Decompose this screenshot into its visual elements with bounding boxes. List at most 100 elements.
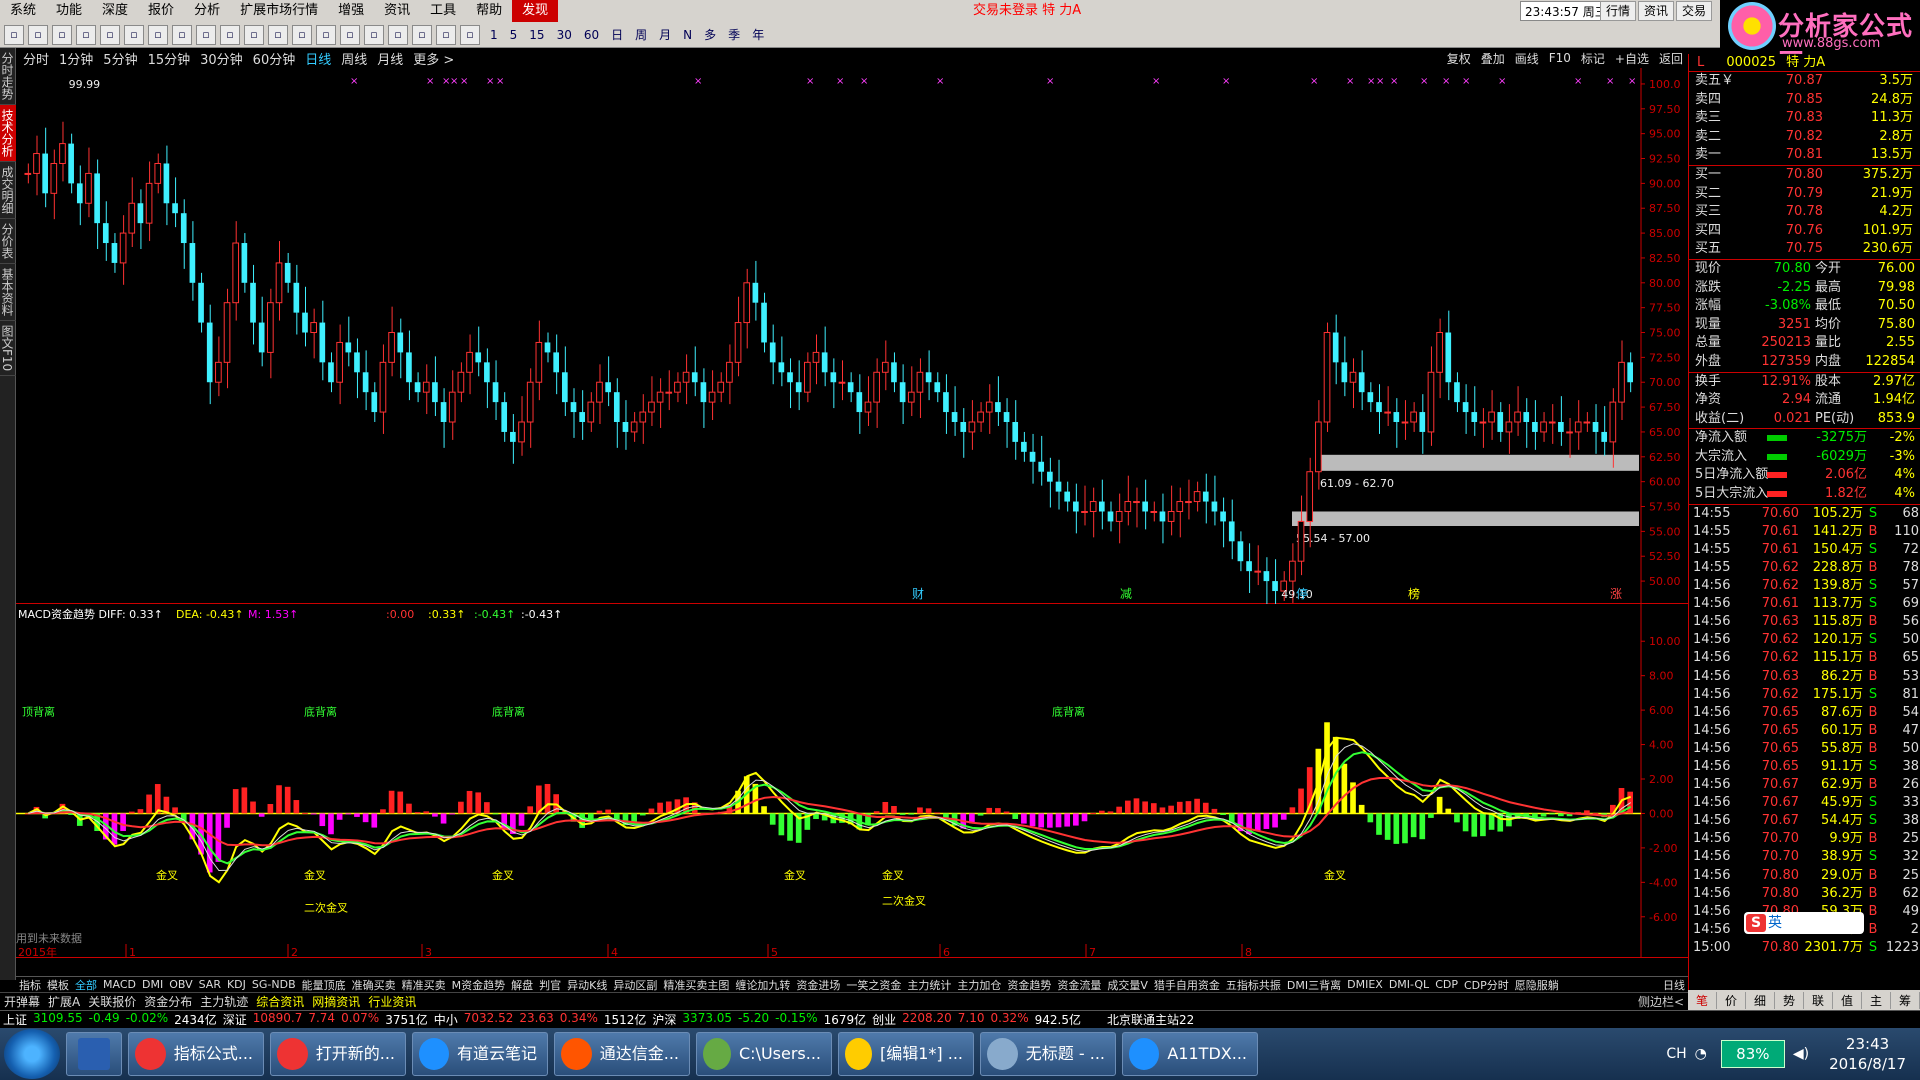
indicator-tab-15[interactable]: 异动K线 — [564, 977, 610, 992]
tick-row[interactable]: 14:55 70.62 228.8万 B 78 — [1689, 559, 1920, 577]
down-icon[interactable]: ▫ — [52, 24, 72, 45]
left-tab-4[interactable]: 基本资料 — [0, 264, 16, 321]
quote-tab-0[interactable]: 笔 — [1688, 991, 1717, 1009]
menu-discover[interactable]: 发现 — [512, 0, 559, 22]
func-icon[interactable]: ▫ — [268, 24, 288, 45]
period-9[interactable]: 更多 > — [408, 49, 459, 68]
index-quote-0[interactable]: 上证 3109.55 -0.49 -0.02% 2434亿 — [0, 1011, 220, 1028]
left-tab-1[interactable]: 技术分析 — [0, 105, 16, 162]
quote-tab-6[interactable]: 主 — [1862, 991, 1891, 1009]
chart-tool-0[interactable]: 复权 — [1442, 50, 1476, 67]
left-tab-2[interactable]: 成交明细 — [0, 162, 16, 219]
indicator-tab-18[interactable]: 缠论加九转 — [732, 977, 793, 992]
bar-icon[interactable]: ▫ — [148, 24, 168, 45]
indicator-tab-14[interactable]: 判官 — [536, 977, 564, 992]
subbar-item-4[interactable]: 主力轨迹 — [196, 993, 252, 1010]
indicator-tab-22[interactable]: 主力加仓 — [954, 977, 1004, 992]
taskbar-app-5[interactable]: [编辑1*] ... — [838, 1032, 974, 1076]
period-0[interactable]: 分时 — [18, 49, 54, 68]
macd-chart[interactable]: 10.00 8.00 6.00 4.00 2.00 0.00 -2.00 -4.00 -6.00… — [16, 604, 1688, 959]
indicator-tab-33[interactable]: 愿隐服躺 — [1512, 977, 1562, 992]
indicator-tab-23[interactable]: 资金趋势 — [1004, 977, 1054, 992]
event-marker[interactable]: 停 — [1296, 586, 1308, 601]
subbar-item-0[interactable]: 开弹幕 — [0, 993, 44, 1010]
left-tab-0[interactable]: 分时走势 — [0, 48, 16, 105]
taskbar-app-3[interactable]: 通达信金... — [554, 1032, 690, 1076]
indicator-tab-26[interactable]: 猎手自用资金 — [1151, 977, 1223, 992]
menu-quote[interactable]: 报价 — [138, 0, 184, 22]
event-marker[interactable]: 减 — [1120, 587, 1132, 601]
index-quote-4[interactable]: 创业 2208.20 7.10 0.32% 942.5亿 — [869, 1011, 1084, 1028]
indicator-tab-12[interactable]: M资金趋势 — [449, 977, 509, 992]
tick-row[interactable]: 14:56 70.65 55.8万 B 50 — [1689, 740, 1920, 758]
indicator-tab-7[interactable]: KDJ — [224, 978, 249, 991]
calc-icon[interactable]: ▫ — [76, 24, 96, 45]
pen-icon[interactable]: ▫ — [412, 24, 432, 45]
toolbar-period-6[interactable]: 周 — [629, 25, 653, 45]
indicator-tab-5[interactable]: OBV — [166, 978, 195, 991]
left-tab-5[interactable]: 图文F10 — [0, 321, 16, 377]
period-6[interactable]: 日线 — [300, 49, 336, 68]
server-name[interactable]: 北京联通主站22 — [1104, 1011, 1197, 1028]
event-marker[interactable]: 榜 — [1408, 586, 1420, 601]
indicator-tab-30[interactable]: DMI-QL — [1386, 978, 1432, 991]
toolbar-period-7[interactable]: 月 — [653, 25, 677, 45]
menu-function[interactable]: 功能 — [46, 0, 92, 22]
toolbar-period-1[interactable]: 5 — [504, 25, 524, 45]
indicator-tab-20[interactable]: 一笑之资金 — [843, 977, 904, 992]
menu-ext-market[interactable]: 扩展市场行情 — [230, 0, 328, 22]
line-icon[interactable]: ▫ — [316, 24, 336, 45]
indicator-tab-32[interactable]: CDP分时 — [1461, 977, 1512, 992]
trade-button[interactable]: 交易 — [1676, 1, 1713, 21]
tick-row[interactable]: 14:56 70.61 113.7万 S 69 — [1689, 595, 1920, 613]
quote-tab-2[interactable]: 细 — [1746, 991, 1775, 1009]
index-quote-3[interactable]: 沪深 3373.05 -5.20 -0.15% 1679亿 — [649, 1011, 869, 1028]
chart2-icon[interactable]: ▫ — [460, 24, 480, 45]
start-button[interactable] — [4, 1029, 60, 1079]
note-icon[interactable]: ▫ — [244, 24, 264, 45]
chart-tool-6[interactable]: 返回 — [1654, 50, 1688, 67]
menu-help[interactable]: 帮助 — [466, 0, 512, 22]
indicator-tab-24[interactable]: 资金流量 — [1054, 977, 1104, 992]
indicator-tab-19[interactable]: 资金进场 — [793, 977, 843, 992]
tick-row[interactable]: 14:55 70.61 141.2万 B 110 — [1689, 523, 1920, 541]
period-1[interactable]: 1分钟 — [54, 49, 98, 68]
menu-analysis[interactable]: 分析 — [184, 0, 230, 22]
quote-button[interactable]: 行情 — [1600, 1, 1637, 21]
save-app-icon[interactable] — [66, 1032, 122, 1076]
login-status[interactable]: 交易未登录 特 力A — [973, 0, 1081, 22]
indicator-tab-27[interactable]: 五指标共振 — [1223, 977, 1284, 992]
tick-row[interactable]: 14:56 70.63 115.8万 B 56 — [1689, 613, 1920, 631]
chart-tool-4[interactable]: 标记 — [1576, 50, 1610, 67]
menu-depth[interactable]: 深度 — [92, 0, 138, 22]
taskbar-clock[interactable]: 23:43 2016/8/17 — [1829, 1034, 1906, 1074]
taskbar-app-4[interactable]: C:\Users... — [696, 1032, 832, 1076]
toolbar-period-11[interactable]: 年 — [746, 25, 770, 45]
rsi-icon[interactable]: ▫ — [340, 24, 360, 45]
quote-tab-1[interactable]: 价 — [1717, 991, 1746, 1009]
index-quote-2[interactable]: 中小 7032.52 23.63 0.34% 1512亿 — [431, 1011, 650, 1028]
tick-row[interactable]: 14:56 70.67 62.9万 B 26 — [1689, 776, 1920, 794]
menu-system[interactable]: 系统 — [0, 0, 46, 22]
tick-row[interactable]: 14:55 70.61 150.4万 S 72 — [1689, 541, 1920, 559]
indicator-tab-0[interactable]: 指标 — [16, 977, 44, 992]
tick-row[interactable]: 14:56 70.70 9.9万 B 25 — [1689, 830, 1920, 848]
period-4[interactable]: 30分钟 — [195, 49, 248, 68]
tick-row[interactable]: 14:56 70.67 54.4万 S 38 — [1689, 812, 1920, 830]
news-button[interactable]: 资讯 — [1638, 1, 1675, 21]
indicator-tab-13[interactable]: 解盘 — [508, 977, 536, 992]
tick-row[interactable]: 14:56 70.65 91.1万 S 38 — [1689, 758, 1920, 776]
period-3[interactable]: 15分钟 — [143, 49, 196, 68]
indicator-tab-9[interactable]: 能量顶底 — [299, 977, 349, 992]
list-icon[interactable]: ▫ — [100, 24, 120, 45]
indicator-tab-1[interactable]: 模板 — [44, 977, 72, 992]
subbar-item-2[interactable]: 关联报价 — [84, 993, 140, 1010]
chart-tool-2[interactable]: 画线 — [1510, 50, 1544, 67]
period-2[interactable]: 5分钟 — [98, 49, 142, 68]
indicator-tab-31[interactable]: CDP — [1432, 978, 1461, 991]
move-icon[interactable]: ▫ — [388, 24, 408, 45]
subbar-item-7[interactable]: 行业资讯 — [364, 993, 420, 1010]
taskbar-app-1[interactable]: 打开新的... — [270, 1032, 406, 1076]
back-icon[interactable]: ▫ — [4, 24, 24, 45]
subbar-item-5[interactable]: 综合资讯 — [252, 993, 308, 1010]
